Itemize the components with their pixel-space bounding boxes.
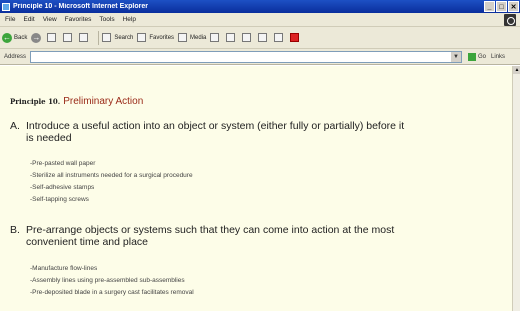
address-bar: Address ▼ Go Links	[0, 49, 520, 65]
mail-button[interactable]	[226, 33, 238, 42]
search-button[interactable]: Search	[102, 33, 133, 42]
discuss-button[interactable]	[274, 33, 286, 42]
edit-button[interactable]	[258, 33, 270, 42]
section-a-text: Introduce a useful action into an object…	[26, 120, 405, 144]
search-icon	[102, 33, 112, 42]
favorites-label: Favorites	[149, 34, 175, 41]
office-button[interactable]	[290, 33, 302, 42]
windows-logo-icon	[504, 14, 516, 26]
home-icon	[79, 33, 89, 42]
refresh-icon	[63, 33, 73, 42]
media-button[interactable]: Media	[178, 33, 206, 42]
links-button[interactable]: Links	[491, 54, 505, 60]
menu-bar: File Edit View Favorites Tools Help	[0, 13, 520, 27]
principle-name: Preliminary Action	[63, 96, 144, 107]
list-item: -Self-adhesive stamps	[30, 184, 95, 191]
address-input[interactable]: ▼	[30, 50, 462, 63]
title-bar: Principle 10 - Microsoft Internet Explor…	[0, 0, 520, 13]
go-button[interactable]: Go	[468, 52, 487, 61]
discuss-icon	[274, 33, 284, 42]
list-item: -Sterilize all instruments needed for a …	[30, 172, 193, 179]
list-item: -Self-tapping screws	[30, 196, 89, 203]
stop-button[interactable]	[47, 33, 59, 42]
menu-tools[interactable]: Tools	[99, 16, 114, 23]
back-label: Back	[14, 34, 28, 41]
vertical-scrollbar[interactable]: ▲	[512, 66, 520, 311]
window-title: Principle 10 - Microsoft Internet Explor…	[13, 3, 148, 10]
toolbar-separator	[98, 30, 100, 45]
section-a-letter: A.	[10, 120, 20, 132]
ie-icon	[2, 2, 10, 11]
window-controls: _ □ ✕	[484, 0, 520, 13]
office-icon	[290, 33, 300, 42]
back-arrow-icon: ←	[2, 32, 12, 43]
favorites-button[interactable]: Favorites	[137, 33, 174, 42]
minimize-button[interactable]: _	[484, 1, 495, 12]
menu-favorites[interactable]: Favorites	[65, 16, 92, 23]
address-label: Address	[4, 53, 27, 60]
section-a: A. Introduce a useful action into an obj…	[10, 120, 410, 144]
menu-help[interactable]: Help	[123, 16, 136, 23]
forward-button[interactable]: →	[31, 32, 43, 43]
history-icon	[210, 33, 220, 42]
go-arrow-icon	[468, 52, 476, 61]
stop-icon	[47, 33, 57, 42]
scroll-up-icon[interactable]: ▲	[513, 66, 520, 74]
mail-icon	[226, 33, 236, 42]
principle-number: Principle 10.	[10, 97, 61, 106]
print-icon	[242, 33, 252, 42]
section-b-text: Pre-arrange objects or systems such that…	[26, 224, 395, 248]
section-b-letter: B.	[10, 224, 20, 236]
close-button[interactable]: ✕	[508, 1, 519, 12]
refresh-button[interactable]	[63, 33, 75, 42]
principle-heading: Principle 10. Preliminary Action	[10, 96, 143, 107]
section-a-examples: -Pre-pasted wall paper -Sterilize all in…	[30, 158, 193, 206]
toolbar: ← Back → Search Favorites Media	[0, 27, 520, 49]
menu-view[interactable]: View	[43, 16, 57, 23]
home-button[interactable]	[79, 33, 91, 42]
go-label: Go	[478, 53, 487, 60]
list-item: -Manufacture flow-lines	[30, 265, 98, 272]
print-button[interactable]	[242, 33, 254, 42]
history-button[interactable]	[210, 33, 222, 42]
chevron-down-icon[interactable]: ▼	[451, 51, 461, 62]
media-label: Media	[190, 34, 207, 41]
search-label: Search	[114, 34, 134, 41]
list-item: -Pre-deposited blade in a surgery cast f…	[30, 289, 194, 296]
back-button[interactable]: ← Back	[2, 32, 28, 43]
maximize-button[interactable]: □	[496, 1, 507, 12]
forward-arrow-icon: →	[31, 32, 42, 43]
menu-edit[interactable]: Edit	[23, 16, 34, 23]
menu-file[interactable]: File	[5, 16, 15, 23]
favorites-icon	[137, 33, 147, 42]
list-item: -Pre-pasted wall paper	[30, 160, 96, 167]
section-b-examples: -Manufacture flow-lines -Assembly lines …	[30, 263, 194, 299]
section-b: B. Pre-arrange objects or systems such t…	[10, 224, 410, 248]
media-icon	[178, 33, 188, 42]
edit-icon	[258, 33, 268, 42]
list-item: -Assembly lines using pre-assembled sub-…	[30, 277, 185, 284]
